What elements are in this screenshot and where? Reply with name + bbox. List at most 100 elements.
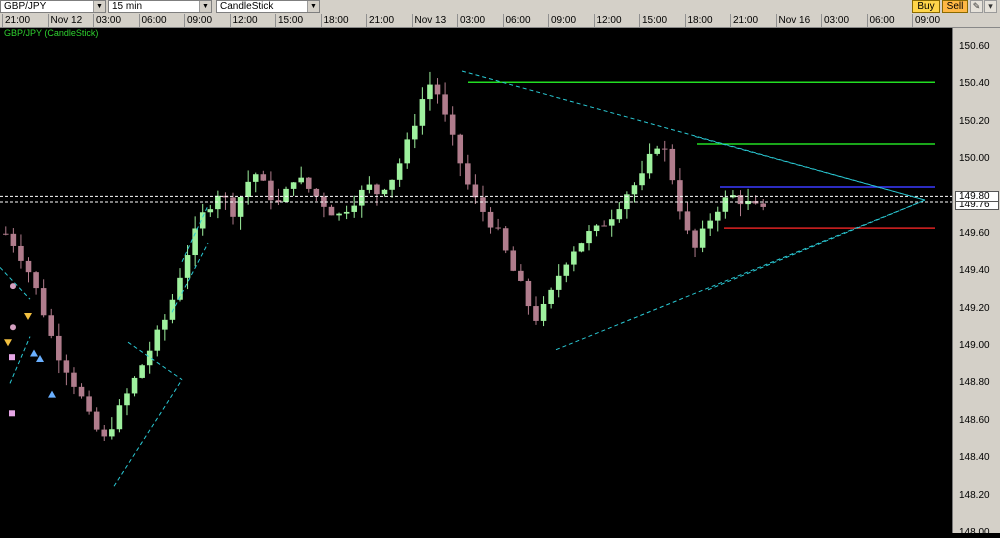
candle-body — [169, 299, 176, 320]
time-label: 15:00 — [275, 14, 303, 27]
signal-square — [9, 410, 15, 417]
toolbar: GBP/JPY ▼ 15 min ▼ CandleStick ▼ Buy Sel… — [0, 0, 1000, 15]
time-label: Nov 16 — [775, 14, 810, 27]
timeframe-select[interactable]: 15 min ▼ — [108, 0, 212, 13]
candle-body — [192, 228, 198, 256]
candle-body — [434, 84, 441, 95]
candle-body — [245, 181, 251, 197]
chart-type-select[interactable]: CandleStick ▼ — [216, 0, 320, 13]
price-label: 148.40 — [959, 452, 990, 464]
time-label: 18:00 — [320, 14, 349, 27]
candle-body — [442, 94, 448, 115]
candle-body — [396, 163, 403, 180]
candle-body — [389, 179, 395, 190]
symbol-select[interactable]: GBP/JPY ▼ — [0, 0, 106, 13]
candle-body — [124, 393, 130, 406]
candle-body — [351, 205, 357, 212]
chart-background — [0, 28, 952, 533]
sell-button[interactable]: Sell — [942, 0, 968, 13]
pattern-marker — [10, 324, 16, 331]
candle-body — [601, 225, 607, 227]
time-label: 06:00 — [138, 14, 167, 27]
candle-body — [457, 134, 464, 164]
candle-body — [18, 245, 24, 261]
current-price-box: 149.80 — [955, 191, 999, 203]
candle-body — [93, 411, 100, 430]
chevron-down-icon[interactable]: ▼ — [199, 1, 211, 12]
candle-body — [533, 306, 539, 321]
price-label: 150.00 — [959, 152, 990, 164]
candle-body — [260, 174, 267, 181]
time-label: 21:00 — [366, 14, 394, 27]
candle-body — [374, 184, 380, 195]
candle-body — [495, 227, 501, 229]
candle-body — [78, 386, 85, 397]
timeframe-value: 15 min — [112, 1, 143, 12]
candle-body — [692, 230, 698, 248]
candle-body — [252, 174, 259, 182]
pattern-marker — [10, 283, 16, 290]
candle-body — [139, 365, 145, 378]
candle-body — [146, 350, 153, 366]
candle-body — [608, 219, 615, 226]
candle-body — [305, 177, 312, 189]
candle-body — [116, 405, 123, 430]
tool-icon[interactable]: ✎ — [970, 0, 983, 13]
candle-body — [487, 211, 494, 228]
price-label: 149.20 — [959, 302, 990, 314]
time-label: 03:00 — [821, 14, 849, 27]
time-axis: 21:00 Nov 12 03:00 06:00 09:00 12:00 15:00 18:0… — [0, 14, 1000, 28]
candle-body — [571, 251, 577, 265]
candle-body — [71, 372, 77, 387]
candle-body — [86, 396, 92, 412]
candle-body — [313, 188, 320, 197]
candle-body — [343, 211, 350, 214]
candle-body — [593, 225, 600, 232]
price-label: 150.40 — [959, 78, 990, 90]
candle-body — [745, 200, 751, 205]
price-label: 149.00 — [959, 339, 990, 351]
candle-body — [131, 377, 138, 394]
price-label: 149.40 — [959, 265, 990, 277]
chevron-down-icon[interactable]: ▾ — [984, 0, 997, 13]
candle-body — [661, 148, 668, 150]
time-label: 15:00 — [639, 14, 667, 27]
price-chart[interactable] — [0, 28, 952, 533]
time-label: 12:00 — [593, 14, 622, 27]
chevron-down-icon[interactable]: ▼ — [93, 1, 105, 12]
candle-body — [654, 148, 660, 154]
candle-body — [230, 197, 236, 217]
candle-body — [162, 319, 168, 330]
candle-body — [707, 220, 713, 229]
price-label: 149.60 — [959, 227, 990, 239]
candle-body — [63, 360, 70, 373]
time-label: Nov 13 — [411, 14, 446, 27]
candle-body — [33, 272, 39, 289]
candle-body — [207, 209, 214, 213]
candle-body — [449, 114, 456, 135]
candle-body — [677, 180, 683, 212]
candle-body — [40, 288, 47, 316]
candle-body — [540, 303, 547, 321]
time-label: 18:00 — [684, 14, 713, 27]
candle-body — [669, 148, 676, 181]
time-label: 09:00 — [184, 14, 212, 27]
candle-body — [525, 280, 532, 307]
candle-body — [25, 260, 32, 273]
chevron-down-icon[interactable]: ▼ — [307, 1, 319, 12]
candle-body — [510, 250, 517, 271]
time-label: 06:00 — [502, 14, 531, 27]
time-label: 21:00 — [730, 14, 758, 27]
price-label: 150.60 — [959, 40, 990, 52]
time-label: Nov 12 — [47, 14, 82, 27]
candle-body — [555, 275, 562, 290]
time-label: 09:00 — [912, 14, 940, 27]
candle-body — [548, 289, 554, 304]
candle-body — [101, 429, 108, 437]
price-label: 148.60 — [959, 414, 990, 426]
candle-body — [336, 213, 342, 216]
buy-button[interactable]: Buy — [912, 0, 940, 13]
candle-body — [465, 163, 471, 185]
candle-body — [586, 231, 592, 244]
candle-body — [184, 255, 191, 278]
